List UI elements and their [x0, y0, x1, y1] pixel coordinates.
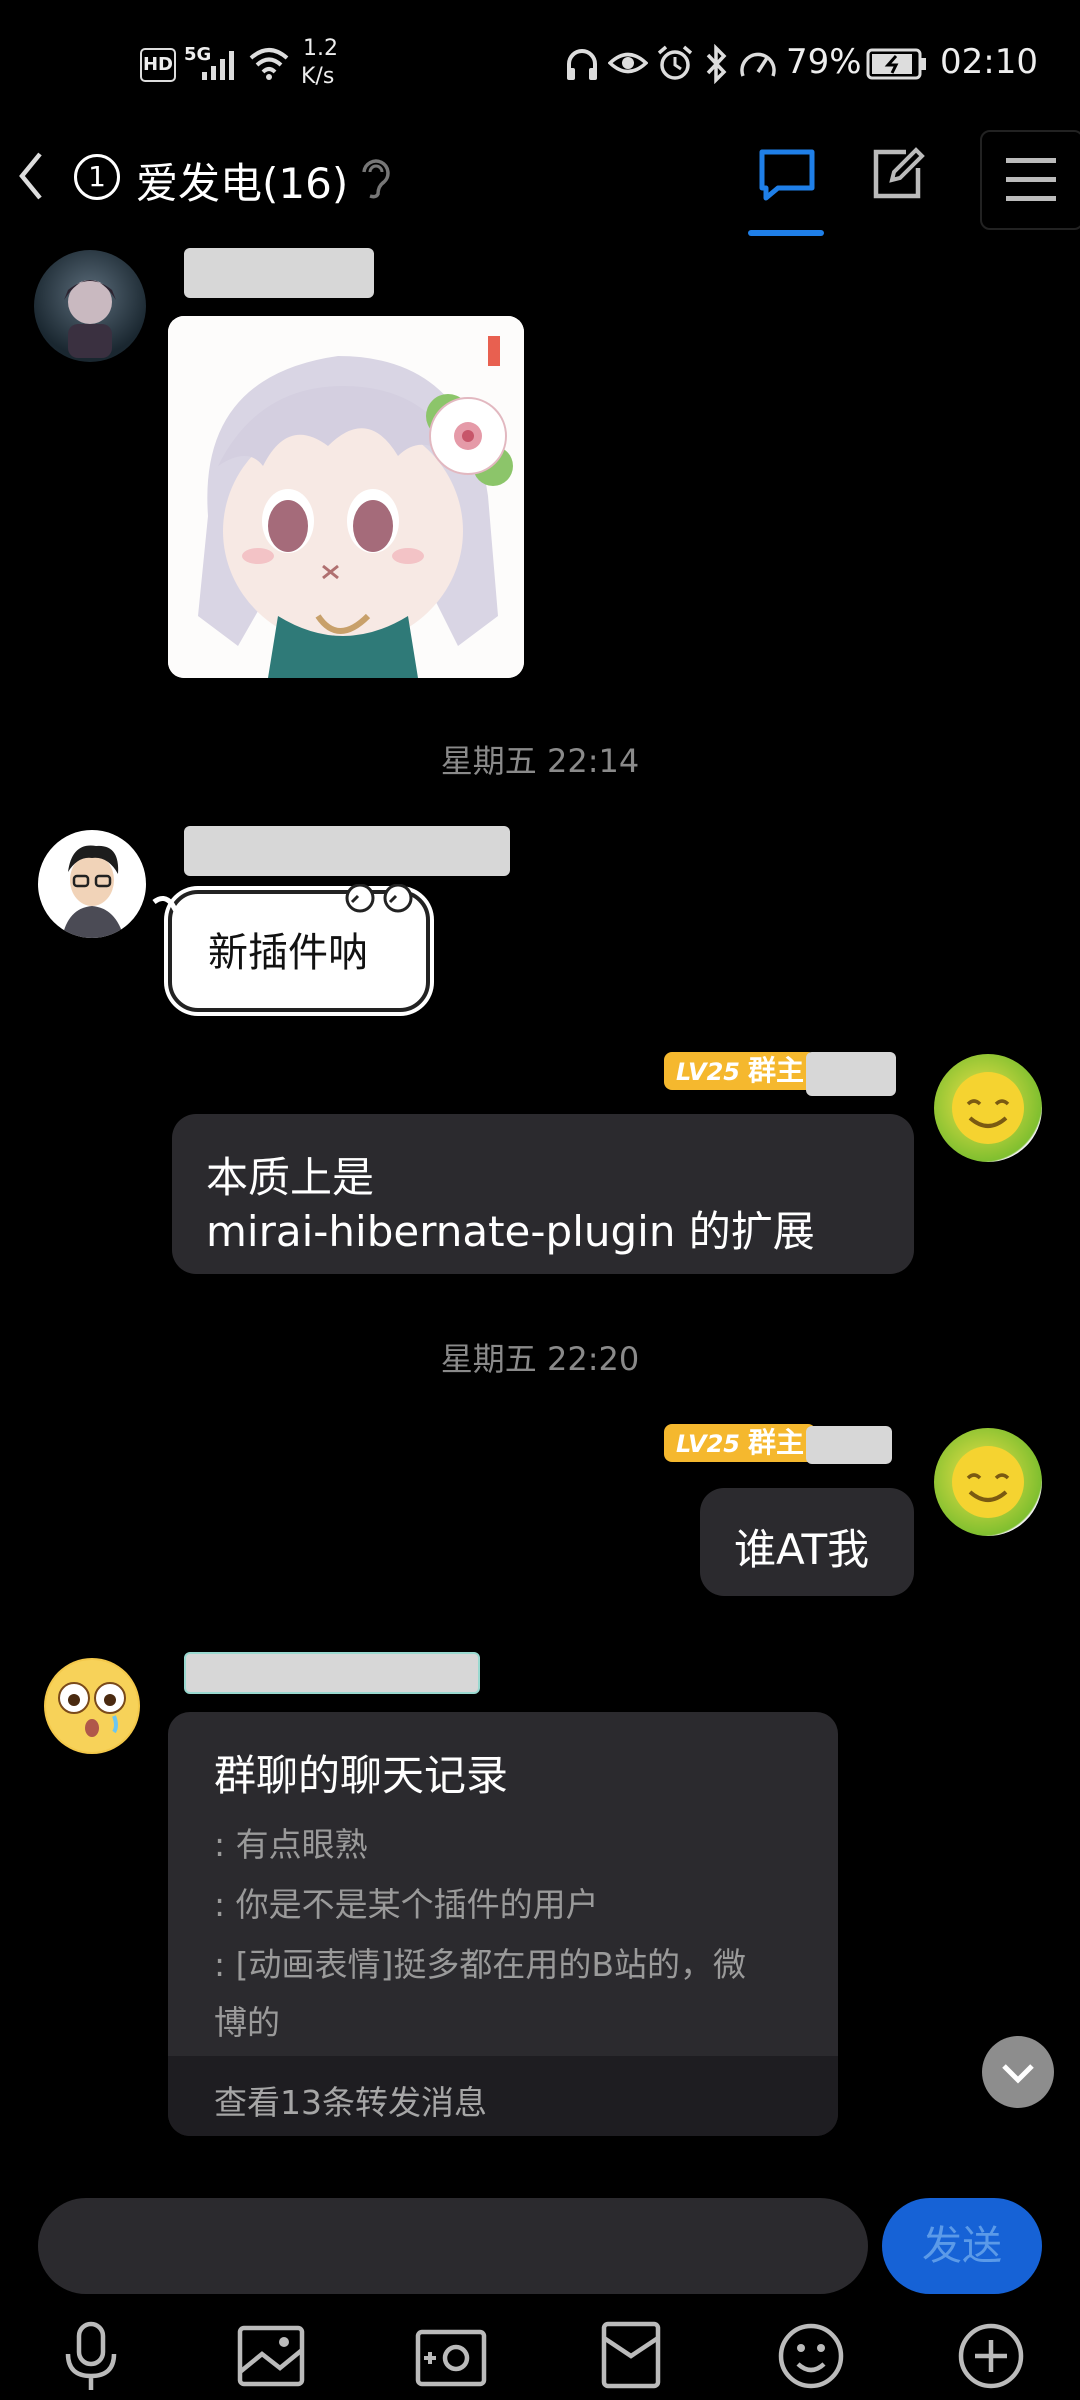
- net-speed-unit: K/s: [301, 64, 335, 89]
- forward-preview-line: : 有点眼熟: [214, 1825, 368, 1864]
- send-button[interactable]: 发送: [882, 2198, 1042, 2294]
- image-icon[interactable]: [226, 2310, 316, 2400]
- message-text-line: 本质上是: [206, 1153, 375, 1202]
- sender-name-redacted: [184, 1652, 480, 1694]
- self-avatar[interactable]: [934, 1054, 1042, 1162]
- chat-header: 1 爱发电(16): [0, 130, 1080, 245]
- clock: 02:10: [940, 42, 1038, 82]
- sender-name-redacted: [806, 1426, 892, 1464]
- status-bar: HD 5G 1.2 K/s 79% 02:10: [0, 0, 1080, 130]
- headphones-icon: [567, 49, 597, 80]
- camera-icon[interactable]: [406, 2310, 496, 2400]
- battery-icon: [866, 48, 926, 80]
- sender-name-redacted: [184, 248, 374, 298]
- unread-count[interactable]: 1: [74, 154, 120, 200]
- badge-label: LV25 群主: [664, 1052, 816, 1090]
- avatar[interactable]: [34, 250, 146, 362]
- sender-name-redacted: [184, 826, 510, 876]
- alarm-icon: [657, 45, 693, 80]
- microphone-icon[interactable]: [46, 2310, 136, 2400]
- plus-icon[interactable]: [946, 2310, 1036, 2400]
- message-text-line: mirai-hibernate-plugin 的扩展: [206, 1207, 815, 1256]
- self-avatar[interactable]: [934, 1428, 1042, 1536]
- forward-preview-line: : [动画表情]挺多都在用的B站的，微: [214, 1945, 746, 1984]
- hd-indicator: HD: [140, 48, 176, 82]
- speedometer-icon: [740, 52, 776, 77]
- member-badge: LV25 群主: [664, 1424, 816, 1462]
- net-speed-value: 1.2: [303, 36, 338, 61]
- avatar[interactable]: [38, 830, 146, 938]
- emoji-icon[interactable]: [766, 2310, 856, 2400]
- surprised-face-icon: [46, 1660, 138, 1752]
- menu-button[interactable]: [980, 130, 1080, 230]
- red-envelope-icon[interactable]: [586, 2310, 676, 2400]
- smiley-face-icon: [952, 1446, 1024, 1518]
- view-forward-link[interactable]: 查看13条转发消息: [214, 2076, 487, 2124]
- timestamp: 星期五 22:20: [440, 1340, 640, 1378]
- badge-label: LV25 群主: [664, 1424, 816, 1462]
- message-text: 谁AT我: [734, 1525, 870, 1574]
- avatar[interactable]: [44, 1658, 140, 1754]
- message-bubble[interactable]: 谁AT我: [700, 1488, 914, 1596]
- avatar-illustration: [62, 845, 124, 938]
- message-bubble[interactable]: 本质上是 mirai-hibernate-plugin 的扩展: [172, 1114, 914, 1274]
- active-tab-indicator: [748, 230, 824, 236]
- chat-tab-icon[interactable]: [756, 146, 818, 202]
- forward-preview-line: : 你是不是某个插件的用户: [214, 1885, 599, 1924]
- smiley-face-icon: [952, 1072, 1024, 1144]
- anime-girl-sticker: [168, 316, 524, 678]
- timestamp: 星期五 22:14: [440, 742, 640, 780]
- chevron-down-icon: [1002, 2064, 1034, 2084]
- eye-icon: [608, 52, 648, 74]
- forwarded-record-card[interactable]: 群聊的聊天记录 : 有点眼熟 : 你是不是某个插件的用户 : [动画表情]挺多都…: [168, 1712, 838, 2136]
- bubble-decoration-icon: [152, 884, 413, 920]
- avatar-illustration: [64, 280, 116, 358]
- menu-icon: [1006, 158, 1056, 201]
- back-icon[interactable]: [14, 150, 48, 202]
- forward-title: 群聊的聊天记录: [214, 1751, 509, 1800]
- wifi-icon: [249, 48, 289, 80]
- signal-icon: [202, 51, 234, 80]
- sticker-image[interactable]: [168, 316, 524, 678]
- sender-name-redacted: [806, 1052, 896, 1096]
- hearing-icon: [362, 159, 390, 199]
- message-input[interactable]: [38, 2198, 868, 2294]
- forward-preview-line: 博的: [214, 2003, 280, 2042]
- chat-title[interactable]: 爱发电(16): [136, 150, 348, 211]
- message-text: 新插件呐: [208, 930, 368, 976]
- edit-icon[interactable]: [870, 144, 926, 202]
- scroll-down-button[interactable]: [982, 2036, 1054, 2108]
- battery-percent: 79%: [786, 42, 862, 82]
- member-badge: LV25 群主: [664, 1052, 816, 1090]
- forward-footer[interactable]: 查看13条转发消息: [168, 2056, 838, 2136]
- bluetooth-icon: [706, 44, 727, 84]
